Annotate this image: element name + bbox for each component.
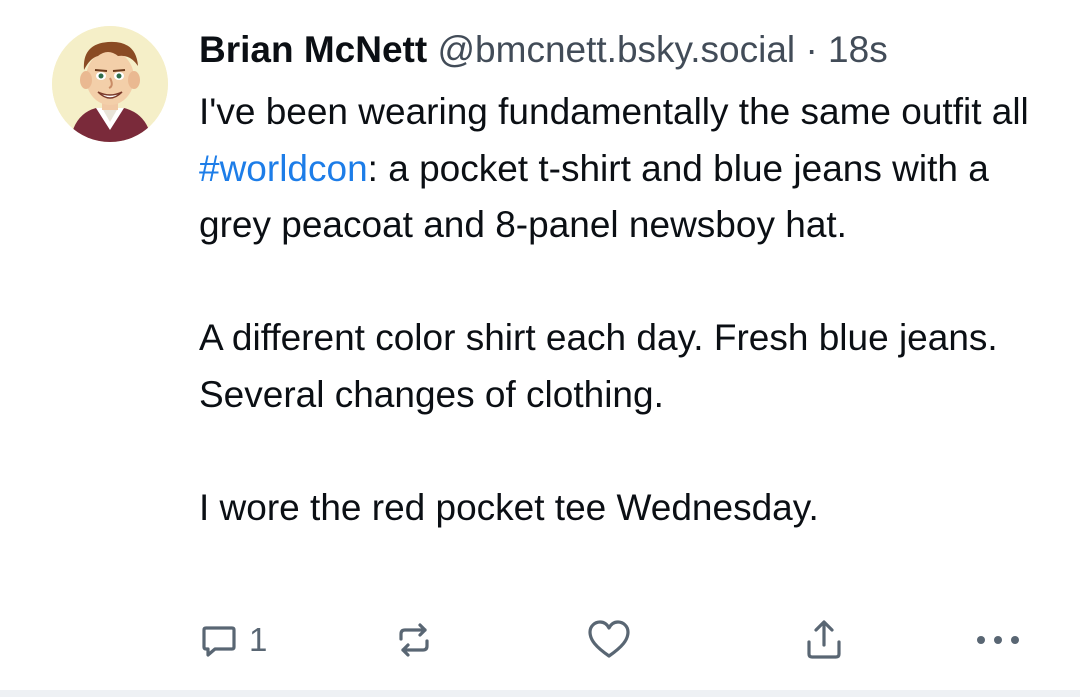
- post-actions: 1: [199, 615, 1029, 665]
- reply-count: 1: [249, 621, 268, 658]
- post[interactable]: Brian McNett @bmcnett.bsky.social · 18s …: [0, 0, 1080, 690]
- repost-icon: [399, 623, 429, 657]
- avatar[interactable]: [52, 26, 168, 142]
- share-icon: [807, 620, 841, 659]
- author-name[interactable]: Brian McNett: [199, 29, 427, 70]
- post-header: Brian McNett @bmcnett.bsky.social · 18s: [199, 28, 888, 72]
- cartoon-man-avatar-icon: [52, 26, 168, 142]
- heart-icon: [588, 620, 630, 658]
- paragraph-1: I've been wearing fundamentally the same…: [199, 84, 1059, 254]
- hashtag-link[interactable]: #worldcon: [199, 148, 368, 189]
- like-button[interactable]: [586, 615, 632, 665]
- paragraph-2: A different color shirt each day. Fresh …: [199, 317, 998, 415]
- more-options-button[interactable]: [973, 615, 1023, 665]
- author-handle[interactable]: @bmcnett.bsky.social: [437, 29, 795, 70]
- repost-button[interactable]: [393, 615, 435, 665]
- post-time[interactable]: 18s: [828, 29, 888, 70]
- share-button[interactable]: [803, 615, 845, 665]
- ellipsis-icon: [977, 636, 1019, 644]
- divider: [0, 690, 1080, 697]
- separator-dot: ·: [805, 29, 818, 70]
- paragraph-1-text: I've been wearing fundamentally the same…: [199, 91, 1029, 132]
- post-body: I've been wearing fundamentally the same…: [199, 84, 1059, 536]
- paragraph-3: I wore the red pocket tee Wednesday.: [199, 486, 819, 528]
- speech-bubble-icon: [202, 626, 236, 657]
- reply-button[interactable]: 1: [199, 615, 267, 665]
